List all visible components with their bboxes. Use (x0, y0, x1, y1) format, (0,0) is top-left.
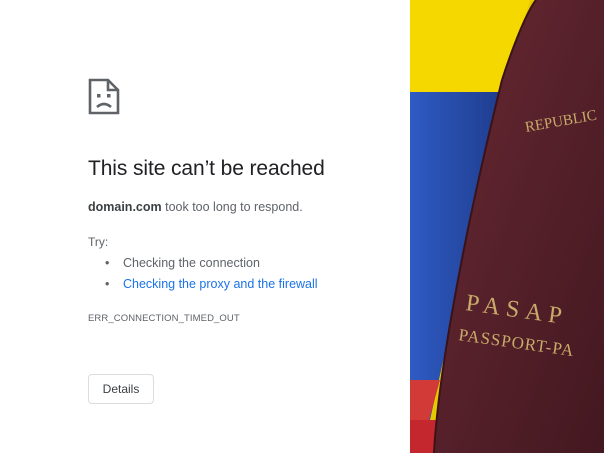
domain-name: domain.com (88, 200, 162, 214)
error-code: ERR_CONNECTION_TIMED_OUT (88, 313, 240, 324)
suggestion-item: • Checking the proxy and the firewall (105, 275, 318, 296)
sad-page-icon (88, 78, 120, 115)
details-button[interactable]: Details (88, 374, 154, 404)
bullet-icon: • (105, 277, 110, 291)
suggestion-item: • Checking the connection (105, 254, 318, 275)
passport-photo: REPUBLIC PASAP PASSPORT-PA (410, 0, 604, 453)
page-title: This site can’t be reached (88, 157, 325, 180)
suggestions-list: • Checking the connection • Checking the… (105, 254, 318, 296)
bullet-icon: • (105, 256, 110, 270)
error-panel: This site can’t be reached domain.com to… (0, 0, 410, 453)
error-message: took too long to respond. (161, 200, 303, 214)
proxy-firewall-link[interactable]: Checking the proxy and the firewall (123, 277, 318, 291)
try-label: Try: (88, 235, 109, 249)
suggestion-check-connection: Checking the connection (123, 256, 260, 270)
error-summary: domain.com took too long to respond. (88, 200, 303, 214)
passport-photo-image: REPUBLIC PASAP PASSPORT-PA (410, 0, 604, 453)
